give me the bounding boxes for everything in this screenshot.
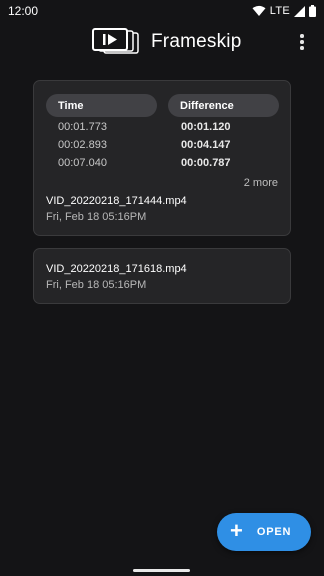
open-button-label: OPEN [256,526,292,538]
difference-column-header: Difference [168,94,279,117]
more-rows-label: 2 more [243,177,278,189]
more-vert-dot [300,40,304,44]
recording-card[interactable]: VID_20220218_171618.mp4 Fri, Feb 18 05:1… [33,248,291,304]
table-row: 00:02.893 00:04.147 [34,139,292,157]
open-button[interactable]: + OPEN [217,513,311,551]
file-name: VID_20220218_171618.mp4 [46,263,187,275]
time-cell: 00:02.893 [58,139,107,151]
more-vert-dot [300,46,304,50]
time-column-header: Time [46,94,157,117]
cell-signal-icon [294,5,305,17]
app-title: Frameskip [151,31,242,52]
file-date: Fri, Feb 18 05:16PM [46,279,147,291]
table-row: 00:07.040 00:00.787 [34,157,292,175]
battery-icon [309,5,316,17]
home-indicator[interactable] [133,569,190,572]
status-icons: LTE [252,5,316,17]
difference-cell: 00:04.147 [181,139,231,151]
difference-cell: 00:00.787 [181,157,231,169]
wifi-icon [252,5,266,16]
file-date: Fri, Feb 18 05:16PM [46,211,147,223]
more-vert-icon [300,34,304,38]
table-row: 00:01.773 00:01.120 [34,121,292,139]
file-name: VID_20220218_171444.mp4 [46,195,187,207]
more-options-button[interactable] [294,32,310,52]
difference-cell: 00:01.120 [181,121,231,133]
app-bar: Frameskip [0,24,324,60]
network-type-label: LTE [269,5,290,17]
status-time: 12:00 [8,4,39,18]
plus-icon: + [230,518,243,543]
time-cell: 00:01.773 [58,121,107,133]
status-bar: 12:00 LTE [0,0,324,22]
time-cell: 00:07.040 [58,157,107,169]
recording-card[interactable]: Time Difference 00:01.773 00:01.120 00:0… [33,80,291,236]
frameskip-logo-icon [92,28,139,54]
